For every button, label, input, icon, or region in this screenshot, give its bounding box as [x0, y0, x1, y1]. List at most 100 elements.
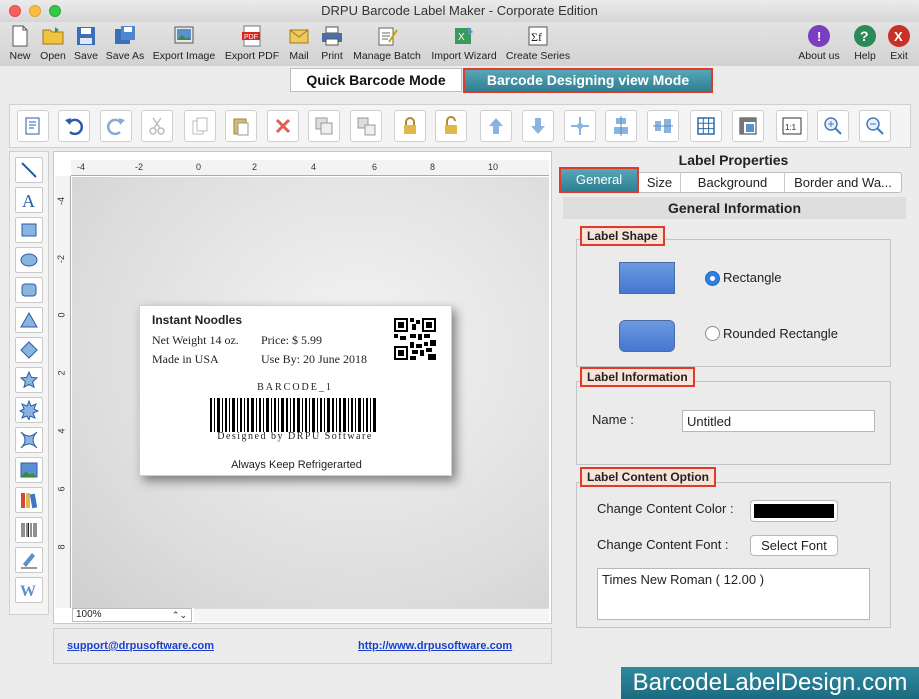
lock-button[interactable]	[394, 110, 426, 142]
rectangle-tool[interactable]	[15, 217, 43, 243]
made-in-text[interactable]: Made in USA	[152, 352, 219, 367]
paste-button[interactable]	[225, 110, 257, 142]
align-vertical-button[interactable]	[605, 110, 637, 142]
rounded-rectangle-shape-preview[interactable]	[619, 320, 675, 352]
unlock-button[interactable]	[435, 110, 467, 142]
undo-button[interactable]	[58, 110, 90, 142]
tab-size[interactable]: Size	[639, 173, 681, 192]
ungroup-button[interactable]	[350, 110, 382, 142]
properties-button[interactable]	[17, 110, 49, 142]
manage-batch-button[interactable]: Manage Batch	[352, 22, 422, 62]
send-backward-button[interactable]	[522, 110, 554, 142]
site-watermark: BarcodeLabelDesign.com	[621, 667, 919, 699]
rectangle-radio[interactable]	[705, 271, 720, 286]
copy-button[interactable]	[184, 110, 216, 142]
ruler-icon	[739, 117, 757, 135]
label-footer-text[interactable]: Always Keep Refrigerarted	[140, 459, 453, 471]
ruler-button[interactable]	[732, 110, 764, 142]
new-button[interactable]: New	[6, 22, 34, 62]
tab-border-and-watermark[interactable]: Border and Wa...	[785, 173, 901, 192]
horizontal-scrollbar[interactable]	[194, 608, 549, 622]
select-font-button[interactable]: Select Font	[750, 535, 838, 556]
delete-button[interactable]	[267, 110, 299, 142]
edit-toolbar: 1:1	[9, 104, 911, 148]
paste-icon	[233, 118, 249, 136]
qr-code[interactable]	[394, 318, 436, 360]
create-series-button[interactable]: Σf Create Series	[504, 22, 572, 62]
barcode-bars[interactable]	[210, 398, 378, 432]
window-close-button[interactable]	[9, 5, 21, 17]
content-color-label: Change Content Color :	[597, 501, 734, 516]
window-maximize-button[interactable]	[49, 5, 61, 17]
align-horizontal-button[interactable]	[647, 110, 679, 142]
about-us-button[interactable]: ! About us	[795, 22, 843, 62]
cut-button[interactable]	[141, 110, 173, 142]
rounded-rectangle-radio[interactable]	[705, 326, 720, 341]
sparkle-icon	[20, 431, 38, 449]
exit-button[interactable]: X Exit	[884, 22, 914, 62]
line-tool[interactable]	[15, 157, 43, 183]
watermark-tool[interactable]: W	[15, 577, 43, 603]
tab-general[interactable]: General	[559, 167, 639, 193]
grid-button[interactable]	[690, 110, 722, 142]
name-input[interactable]: Untitled	[682, 410, 875, 432]
vruler-label: -4	[56, 196, 67, 206]
mail-button[interactable]: Mail	[286, 22, 312, 62]
create-series-icon: Σf	[528, 26, 548, 46]
rounded-rectangle-tool[interactable]	[15, 277, 43, 303]
barcode-footer-text[interactable]: Designed by DRPU Software	[200, 431, 390, 442]
open-button[interactable]: Open	[38, 22, 68, 62]
bring-forward-button[interactable]	[480, 110, 512, 142]
image-tool[interactable]	[15, 457, 43, 483]
barcode-tool[interactable]	[15, 517, 43, 543]
zoom-select[interactable]: 100% ⌃⌄	[72, 608, 192, 622]
color-swatch	[754, 504, 834, 518]
label-information-title: Label Information	[580, 367, 695, 387]
barcode-label[interactable]: Instant Noodles Net Weight 14 oz. Price:…	[139, 305, 452, 476]
use-by-text[interactable]: Use By: 20 June 2018	[261, 352, 367, 367]
rectangle-shape-preview[interactable]	[619, 262, 675, 294]
burst-tool[interactable]	[15, 397, 43, 423]
net-weight-text[interactable]: Net Weight 14 oz.	[152, 333, 239, 348]
import-wizard-button[interactable]: X Import Wizard	[428, 22, 500, 62]
label-title-text[interactable]: Instant Noodles	[152, 313, 242, 327]
rounded-rectangle-option-label[interactable]: Rounded Rectangle	[723, 326, 838, 341]
save-as-button[interactable]: Save As	[104, 22, 146, 62]
tab-background[interactable]: Background	[681, 173, 785, 192]
content-color-picker[interactable]	[750, 500, 838, 522]
export-pdf-button[interactable]: PDF Export PDF	[224, 22, 280, 62]
zoom-out-button[interactable]	[859, 110, 891, 142]
quick-barcode-mode-tab[interactable]: Quick Barcode Mode	[290, 68, 462, 92]
star-tool[interactable]	[15, 367, 43, 393]
mail-label: Mail	[289, 50, 309, 62]
sparkle-shape-tool[interactable]	[15, 427, 43, 453]
print-button[interactable]: Print	[318, 22, 346, 62]
text-tool[interactable]: A	[15, 187, 43, 213]
price-text[interactable]: Price: $ 5.99	[261, 333, 322, 348]
export-image-button[interactable]: Export Image	[152, 22, 216, 62]
triangle-tool[interactable]	[15, 307, 43, 333]
redo-button[interactable]	[100, 110, 132, 142]
horizontal-ruler: -4 -2 0 2 4 6 8 10	[71, 160, 549, 176]
zoom-in-button[interactable]	[817, 110, 849, 142]
support-email-link[interactable]: support@drpusoftware.com	[67, 640, 214, 652]
font-preview-field[interactable]: Times New Roman ( 12.00 )	[597, 568, 870, 620]
rectangle-option-label[interactable]: Rectangle	[723, 270, 782, 285]
save-button[interactable]: Save	[72, 22, 100, 62]
ellipse-tool[interactable]	[15, 247, 43, 273]
center-button[interactable]	[564, 110, 596, 142]
actual-size-button[interactable]: 1:1	[776, 110, 808, 142]
vertical-ruler: -4 -2 0 2 4 6 8	[55, 176, 71, 608]
website-link[interactable]: http://www.drpusoftware.com	[358, 640, 512, 652]
barcode-designing-mode-tab[interactable]: Barcode Designing view Mode	[463, 68, 713, 93]
help-button[interactable]: ? Help	[850, 22, 880, 62]
diamond-tool[interactable]	[15, 337, 43, 363]
about-icon: !	[808, 25, 830, 47]
library-tool[interactable]	[15, 487, 43, 513]
barcode-header-text[interactable]: BARCODE_1	[210, 382, 380, 393]
drawing-tools-panel: A W	[9, 151, 49, 615]
group-button[interactable]	[308, 110, 340, 142]
signature-tool[interactable]	[15, 547, 43, 573]
window-minimize-button[interactable]	[29, 5, 41, 17]
hruler-label: 2	[252, 162, 258, 172]
